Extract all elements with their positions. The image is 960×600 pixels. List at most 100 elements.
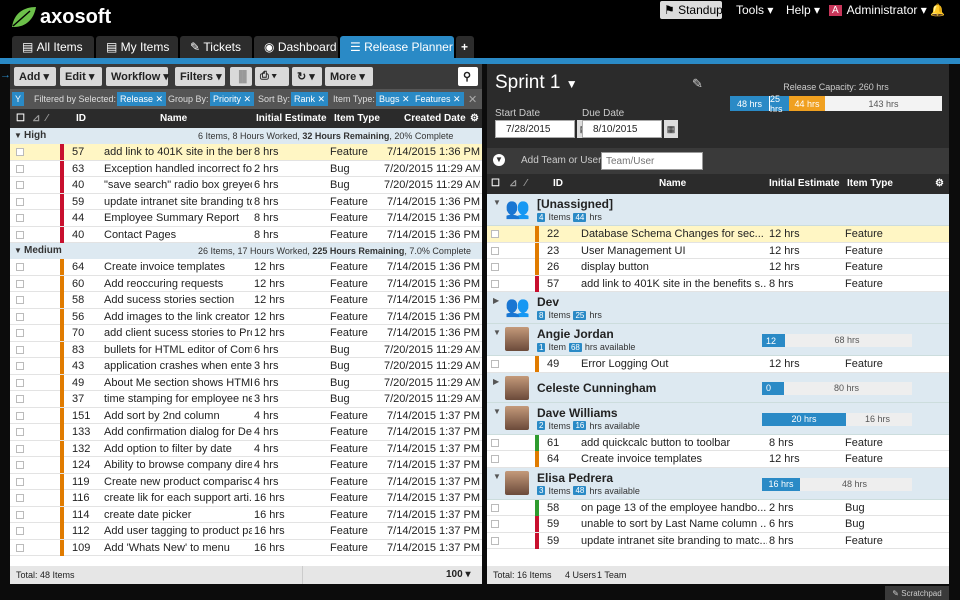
group-header[interactable]: High▼6 Items, 8 Hours Worked, 32 Hours R… [10, 128, 482, 144]
filter-icon[interactable]: Y [12, 92, 24, 106]
item-name[interactable]: Add user tagging to product pa... [104, 525, 252, 537]
table-row[interactable]: 59update intranet site branding to matc.… [487, 533, 949, 550]
table-row[interactable]: 124Ability to browse company dire...4 hr… [10, 457, 482, 474]
chevron-down-icon[interactable]: ▼ [493, 154, 505, 166]
add-tab-button[interactable]: + [456, 36, 474, 58]
search-icon[interactable]: ⚲ [458, 67, 478, 86]
select-all-checkbox[interactable]: ☐ [16, 113, 25, 124]
settings-gear-icon[interactable]: ⚙ [470, 113, 479, 124]
table-row[interactable]: 58on page 13 of the employee handbo...2 … [487, 500, 949, 517]
table-row[interactable]: 70add client sucess stories to Pro...12 … [10, 325, 482, 342]
table-row[interactable]: 43application crashes when enter...3 hrs… [10, 358, 482, 375]
item-name[interactable]: Create invoice templates [104, 261, 252, 273]
admin-menu[interactable]: AAdministrator ▾ [829, 1, 927, 19]
col-name[interactable]: Name [160, 113, 187, 124]
row-checkbox[interactable] [16, 148, 24, 156]
collapse-triangle-icon[interactable]: ▶ [493, 296, 499, 305]
item-name[interactable]: Contact Pages [104, 229, 252, 241]
table-row[interactable]: 44Employee Summary Report8 hrsFeature7/1… [10, 210, 482, 227]
row-checkbox[interactable] [16, 296, 24, 304]
item-name[interactable]: add client sucess stories to Pro... [104, 327, 252, 339]
item-name[interactable]: Add reoccuring requests [104, 278, 252, 290]
table-row[interactable]: 114create date picker16 hrsFeature7/14/2… [10, 507, 482, 524]
row-checkbox[interactable] [16, 280, 24, 288]
filter-chip-rank[interactable]: Rank ✕ [291, 92, 328, 106]
print-button[interactable]: ⎙ ▾ [255, 67, 289, 86]
row-checkbox[interactable] [16, 412, 24, 420]
col-estimate[interactable]: Initial Estimate [769, 178, 840, 189]
col-id[interactable]: ID [76, 113, 86, 124]
tools-menu[interactable]: Tools ▾ [736, 1, 773, 19]
item-name[interactable]: time stamping for employee ne... [104, 393, 252, 405]
table-row[interactable]: 83bullets for HTML editor of Com...6 hrs… [10, 342, 482, 359]
table-row[interactable]: 49About Me section shows HTML...6 hrsBug… [10, 375, 482, 392]
table-row[interactable]: 59update intranet site branding to...8 h… [10, 194, 482, 211]
row-checkbox[interactable] [16, 198, 24, 206]
row-checkbox[interactable] [16, 527, 24, 535]
table-row[interactable]: 132Add option to filter by date4 hrsFeat… [10, 441, 482, 458]
table-row[interactable]: 109Add 'Whats New' to menu16 hrsFeature7… [10, 540, 482, 557]
item-name[interactable]: Add sort by 2nd column [104, 410, 252, 422]
collapse-triangle-icon[interactable]: ▶ [493, 377, 499, 386]
item-name[interactable]: add link to 401K site in the ben... [104, 146, 252, 158]
table-row[interactable]: 63Exception handled incorrect for...2 hr… [10, 161, 482, 178]
row-checkbox[interactable] [16, 494, 24, 502]
col-name[interactable]: Name [659, 178, 686, 189]
item-name[interactable]: About Me section shows HTML... [104, 377, 252, 389]
item-name[interactable]: update intranet site branding to matc... [581, 535, 767, 547]
assignee-group[interactable]: ▼👥[Unassigned]4Items44hrs [487, 194, 949, 226]
item-name[interactable]: create lik for each support arti... [104, 492, 252, 504]
item-name[interactable]: update intranet site branding to... [104, 196, 252, 208]
table-row[interactable]: 40"save search" radio box greyed...6 hrs… [10, 177, 482, 194]
tab-all-items[interactable]: ▤ All Items [12, 36, 94, 58]
item-name[interactable]: Add 'Whats New' to menu [104, 542, 252, 554]
item-name[interactable]: User Management UI [581, 245, 767, 257]
filter-chip-release[interactable]: Release ✕ [117, 92, 166, 106]
tab-tickets[interactable]: ✎ Tickets [180, 36, 252, 58]
row-checkbox[interactable] [16, 544, 24, 552]
standup-button[interactable]: ⚑ Standup [660, 1, 722, 19]
col-id[interactable]: ID [553, 178, 563, 189]
item-name[interactable]: Employee Summary Report [104, 212, 252, 224]
item-name[interactable]: add quickcalc button to toolbar [581, 437, 767, 449]
row-checkbox[interactable] [16, 313, 24, 321]
item-name[interactable]: Create new product compariso... [104, 476, 252, 488]
table-row[interactable]: 57add link to 401K site in the ben...8 h… [10, 144, 482, 161]
row-checkbox[interactable] [16, 231, 24, 239]
row-checkbox[interactable] [16, 329, 24, 337]
table-row[interactable]: 58Add sucess stories section12 hrsFeatur… [10, 292, 482, 309]
row-checkbox[interactable] [16, 445, 24, 453]
assignee-group[interactable]: ▶👥Dev8Items25hrs [487, 292, 949, 324]
row-checkbox[interactable] [491, 230, 499, 238]
expand-triangle-icon[interactable]: ▼ [14, 131, 22, 140]
edit-sprint-icon[interactable]: ✎ [692, 76, 703, 92]
item-name[interactable]: create date picker [104, 509, 252, 521]
select-all-checkbox[interactable]: ☐ [491, 178, 500, 189]
expand-triangle-icon[interactable]: ▼ [493, 328, 501, 337]
table-row[interactable]: 49Error Logging Out12 hrsFeature [487, 356, 949, 373]
row-checkbox[interactable] [16, 214, 24, 222]
item-name[interactable]: Add images to the link creator UI [104, 311, 252, 323]
row-checkbox[interactable] [491, 263, 499, 271]
table-row[interactable]: 26display button12 hrsFeature [487, 259, 949, 276]
row-checkbox[interactable] [491, 537, 499, 545]
page-size-select[interactable]: 100 ▾ [446, 569, 470, 580]
expand-triangle-icon[interactable]: ▼ [493, 472, 501, 481]
table-row[interactable]: 151Add sort by 2nd column4 hrsFeature7/1… [10, 408, 482, 425]
filter-chip-priority[interactable]: Priority ✕ [210, 92, 254, 106]
more-button[interactable]: More ▾ [325, 67, 373, 86]
item-name[interactable]: Ability to browse company dire... [104, 459, 252, 471]
col-type[interactable]: Item Type [847, 178, 893, 189]
workflow-button[interactable]: Workflow ▾ [106, 67, 168, 86]
row-checkbox[interactable] [491, 280, 499, 288]
item-name[interactable]: "save search" radio box greyed... [104, 179, 252, 191]
item-name[interactable]: on page 13 of the employee handbo... [581, 502, 767, 514]
table-row[interactable]: 56Add images to the link creator UI12 hr… [10, 309, 482, 326]
item-name[interactable]: Error Logging Out [581, 358, 767, 370]
settings-gear-icon[interactable]: ⚙ [935, 178, 944, 189]
item-name[interactable]: Create invoice templates [581, 453, 767, 465]
col-created[interactable]: Created Date [404, 113, 466, 124]
row-checkbox[interactable] [16, 511, 24, 519]
row-checkbox[interactable] [16, 395, 24, 403]
table-row[interactable]: 40Contact Pages8 hrsFeature7/14/2015 1:3… [10, 227, 482, 244]
